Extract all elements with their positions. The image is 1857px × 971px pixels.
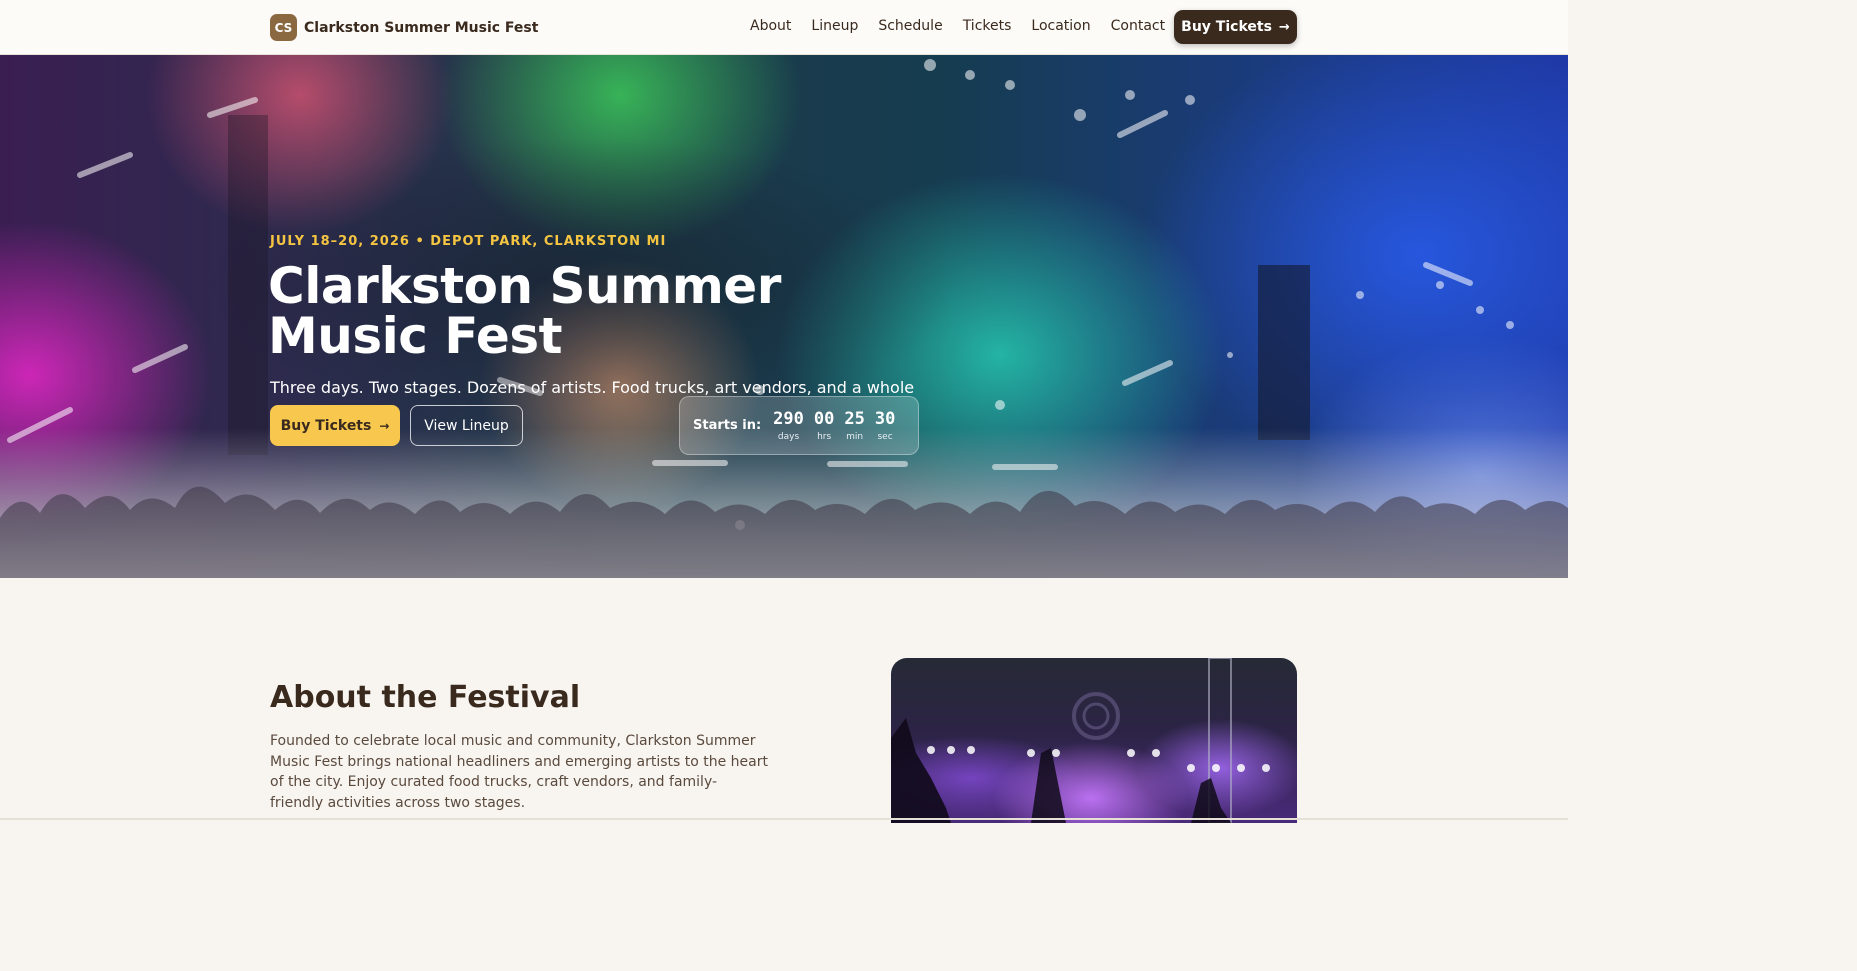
nav-link-schedule[interactable]: Schedule <box>878 18 942 34</box>
nav-buy-tickets-label: Buy Tickets <box>1181 19 1272 35</box>
arrow-right-icon: → <box>1278 19 1290 35</box>
nav-link-contact[interactable]: Contact <box>1111 18 1165 34</box>
stage-illustration <box>891 658 1270 823</box>
festival-stage-image <box>891 658 1297 823</box>
hero-date-location: JULY 18–20, 2026 • DEPOT PARK, CLARKSTON… <box>270 234 667 249</box>
brand-badge-icon: CS <box>270 14 297 41</box>
arrow-right-icon: → <box>379 418 390 433</box>
hero-section: JULY 18–20, 2026 • DEPOT PARK, CLARKSTON… <box>0 55 1568 578</box>
about-title: About the Festival <box>270 680 581 715</box>
countdown-days: 290 days <box>773 410 804 442</box>
top-nav: CS Clarkston Summer Music Fest About Lin… <box>0 0 1568 55</box>
hero-title: Clarkston Summer Music Fest <box>268 257 781 365</box>
brand-name: Clarkston Summer Music Fest <box>304 19 539 36</box>
nav-link-lineup[interactable]: Lineup <box>811 18 858 34</box>
countdown-seconds-unit: sec <box>877 431 893 442</box>
countdown-days-value: 290 <box>773 408 804 429</box>
countdown-label: Starts in: <box>693 418 762 433</box>
view-lineup-button[interactable]: View Lineup <box>410 405 523 446</box>
about-description: Founded to celebrate local music and com… <box>270 733 768 811</box>
countdown-hours-unit: hrs <box>817 431 832 442</box>
hero-buy-tickets-button[interactable]: Buy Tickets → <box>270 405 400 446</box>
nav-link-location[interactable]: Location <box>1031 18 1090 34</box>
countdown-days-unit: days <box>777 431 800 442</box>
countdown-timer: Starts in: 290 days 00 hrs 25 min 30 sec <box>679 396 919 455</box>
countdown-seconds: 30 sec <box>875 410 895 442</box>
countdown-hours: 00 hrs <box>814 410 834 442</box>
countdown-seconds-value: 30 <box>874 408 896 429</box>
crowd-silhouette-image <box>0 486 1568 578</box>
hero-buy-tickets-label: Buy Tickets <box>280 417 372 434</box>
nav-link-about[interactable]: About <box>750 18 791 34</box>
nav-link-tickets[interactable]: Tickets <box>963 18 1012 34</box>
countdown-minutes-value: 25 <box>844 408 865 429</box>
countdown-minutes: 25 min <box>844 410 864 442</box>
countdown-hours-value: 00 <box>813 408 835 429</box>
page-divider <box>0 818 1568 820</box>
brand-logo[interactable]: CS Clarkston Summer Music Fest <box>270 14 538 41</box>
nav-buy-tickets-button[interactable]: Buy Tickets → <box>1174 10 1297 44</box>
nav-links: About Lineup Schedule Tickets Location C… <box>740 18 1175 34</box>
countdown-minutes-unit: min <box>846 431 864 442</box>
